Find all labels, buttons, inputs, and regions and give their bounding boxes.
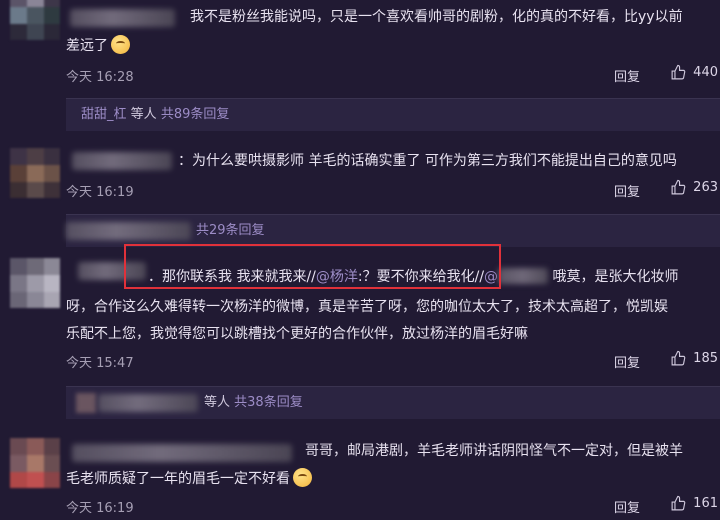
comment-text: ：为什么要哄摄影师 羊毛的话确实重了 可作为第三方我们不能提出自己的意见吗	[178, 153, 677, 169]
comment-text-line2: 呀，合作这么久难得转一次杨洋的微博，真是辛苦了呀，您的咖位太大了，技术太高超了，…	[66, 299, 668, 315]
avatar[interactable]	[10, 438, 60, 488]
emoji-icon	[111, 35, 130, 54]
sub-thread-suffix: 等人	[204, 395, 231, 410]
comment-text: 我不是粉丝我能说吗，只是一个喜欢看帅哥的剧粉，化的真的不好看，比yy以前	[190, 9, 683, 25]
username-blurred[interactable]	[72, 152, 172, 170]
reply-button[interactable]: 回复	[614, 66, 640, 85]
emoji-icon	[293, 468, 312, 487]
timestamp: 今天 16:19	[66, 185, 134, 200]
username-blurred[interactable]	[72, 444, 292, 462]
sub-thread-count[interactable]: 共38条回复	[234, 395, 303, 410]
reply-button[interactable]: 回复	[614, 352, 640, 371]
reply-button[interactable]: 回复	[614, 497, 640, 516]
sub-thread-suffix: 等人	[130, 107, 157, 122]
thumbs-up-icon	[671, 495, 686, 511]
sub-thread-bar[interactable]: 等人 共38条回复	[66, 386, 720, 419]
sub-thread-bar[interactable]: 甜甜_杠 等人 共89条回复	[66, 98, 720, 131]
username-blurred[interactable]	[70, 9, 175, 27]
sub-thread-names[interactable]: 甜甜_杠	[81, 107, 127, 122]
comment-text-line3: 乐配不上您，我觉得您可以跳槽找个更好的合作伙伴，放过杨洋的眉毛好嘛	[66, 326, 528, 342]
sub-thread-avatar[interactable]	[76, 393, 96, 413]
reply-button[interactable]: 回复	[614, 181, 640, 200]
mention-name-blurred[interactable]	[498, 268, 549, 284]
like-button[interactable]: 185	[670, 350, 718, 367]
comment-text: 哥哥，邮局港剧，羊毛老师讲话阴阳怪气不一定对，但是被羊	[305, 443, 683, 459]
timestamp: 今天 16:28	[66, 70, 134, 85]
thumbs-up-icon	[671, 179, 686, 195]
avatar[interactable]	[10, 258, 60, 308]
thumbs-up-icon	[671, 350, 686, 366]
sub-thread-count[interactable]: 共89条回复	[161, 107, 230, 122]
like-button[interactable]: 263	[670, 179, 718, 196]
sub-thread-names-blurred[interactable]	[66, 222, 191, 240]
thumbs-up-icon	[671, 64, 686, 80]
sub-thread-count[interactable]: 共29条回复	[196, 215, 265, 247]
sub-thread-bar[interactable]: 共29条回复	[66, 214, 720, 247]
like-count: 440	[693, 65, 718, 80]
like-button[interactable]: 161	[670, 495, 718, 512]
sub-thread-names-blurred[interactable]	[98, 394, 198, 412]
comment-text-line2: 差远了	[66, 33, 130, 59]
like-button[interactable]: 440	[670, 64, 718, 81]
timestamp: 今天 16:19	[66, 501, 134, 516]
like-count: 263	[693, 180, 718, 195]
comment-text-line2: 毛老师质疑了一年的眉毛一定不好看	[66, 466, 312, 492]
like-count: 161	[693, 496, 718, 511]
highlight-box	[124, 244, 501, 289]
like-count: 185	[693, 351, 718, 366]
timestamp: 今天 15:47	[66, 356, 134, 371]
avatar[interactable]	[10, 148, 60, 198]
avatar[interactable]	[10, 0, 60, 40]
